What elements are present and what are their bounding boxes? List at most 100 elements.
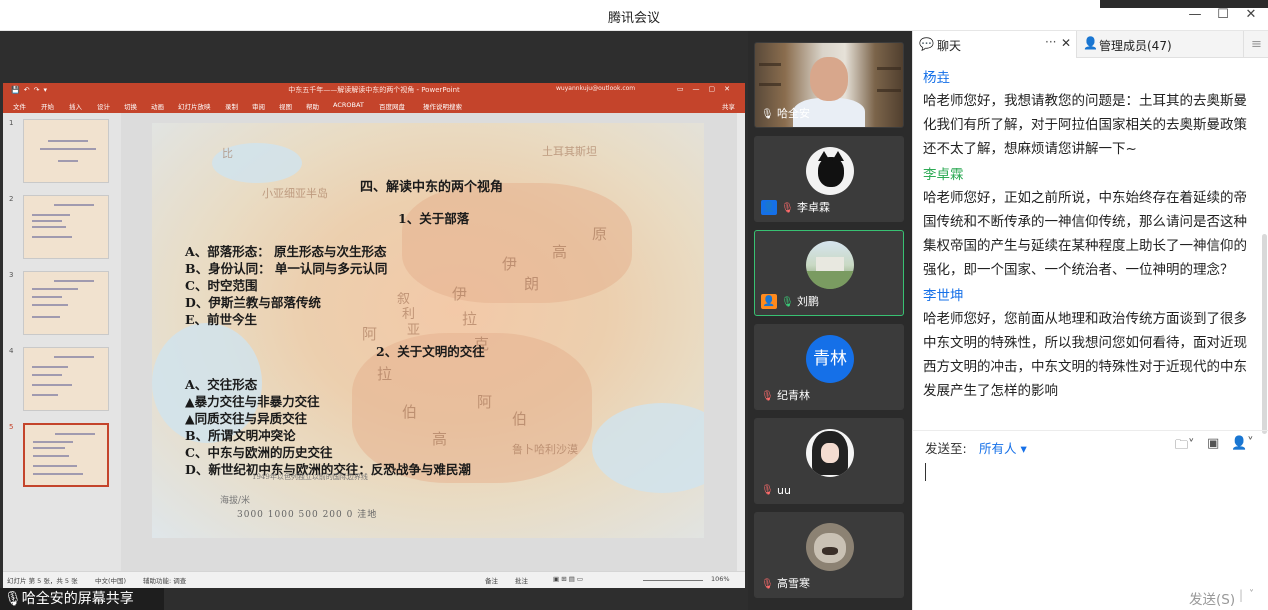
participant-name: 纪青林	[777, 389, 810, 402]
ribbon-tab-baidu[interactable]: 百度网盘	[379, 101, 405, 111]
map-label: 鲁卜哈利沙漠	[512, 443, 578, 456]
thumb-number: 4	[9, 347, 14, 355]
map-legend: 3000 1000 500 200 0 洼地	[237, 510, 378, 520]
file-icon[interactable]: 🗀˅	[1175, 436, 1195, 458]
map-label: 拉	[377, 365, 393, 383]
ribbon-tab-slideshow[interactable]: 幻灯片放映	[178, 101, 211, 111]
message-text: 哈老师您好，您前面从地理和政治传统方面谈到了很多中东文明的特殊性，所以我想问您如…	[923, 311, 1247, 399]
thumb-number: 2	[9, 195, 14, 203]
window-title: 腾讯会议	[607, 11, 660, 26]
map-sea	[592, 403, 704, 493]
view-buttons[interactable]: ▣ ⊞ ▤ ▭	[553, 575, 583, 583]
map-label: 伯	[512, 410, 528, 428]
participant-tile[interactable]: 🎙 uu	[754, 418, 904, 504]
ribbon-tab-insert[interactable]: 插入	[69, 101, 82, 111]
slide-thumbnail-2[interactable]	[23, 195, 109, 259]
chevron-down-icon[interactable]: ˅	[1249, 589, 1254, 600]
tab-chat[interactable]: 💬 聊天 ··· ✕	[913, 31, 1077, 58]
status-language: 中文(中国)	[95, 577, 127, 585]
slide-heading: 四、解读中东的两个视角	[360, 180, 504, 195]
send-separator: |	[1239, 588, 1244, 602]
slide-subheading-2: 2、关于文明的交往	[376, 344, 485, 359]
ribbon-share[interactable]: 共享	[722, 101, 735, 111]
screen-share-label: 🎙哈全安的屏幕共享	[0, 588, 164, 610]
tab-members-label: 管理成员(47)	[1099, 39, 1172, 53]
participant-tile[interactable]: 青林 🎙 纪青林	[754, 324, 904, 410]
thumb-number: 3	[9, 271, 14, 279]
participant-name: 李卓霖	[797, 201, 830, 214]
status-zoom[interactable]: 106%	[711, 575, 730, 583]
participant-tile[interactable]: 👤 🎙 刘鹏	[754, 230, 904, 316]
maximize-icon[interactable]: ☐	[1212, 5, 1234, 25]
user-badge-icon: 👤	[761, 294, 777, 309]
close-chat-icon[interactable]: ✕	[1061, 36, 1071, 50]
slide-thumbnail-4[interactable]	[23, 347, 109, 411]
ribbon-search[interactable]: 操作说明搜索	[423, 101, 462, 111]
map-label: 阿	[477, 393, 493, 411]
zoom-slider[interactable]	[643, 580, 703, 581]
slide-thumbnail-5[interactable]	[23, 423, 109, 487]
animal-avatar	[806, 523, 854, 571]
share-owner-text: 哈全安的屏幕共享	[21, 591, 134, 607]
minimize-icon[interactable]: —	[1184, 5, 1206, 25]
participant-tile[interactable]: 🎙 高雪寒	[754, 512, 904, 598]
map-label: 阿	[362, 325, 378, 343]
user-badge-icon: 👤	[761, 200, 777, 215]
ppt-status-bar: 幻灯片 第 5 张，共 5 张 中文(中国) 辅助功能: 调查 备注 批注 ▣ …	[3, 571, 745, 588]
ribbon-tab-record[interactable]: 录制	[225, 101, 238, 111]
chat-panel: 💬 聊天 ··· ✕ 👤 管理成员(47) ≡ 杨垚 哈老师您好，我想请教您的问…	[912, 31, 1268, 610]
chat-input-cursor[interactable]	[925, 463, 926, 481]
slide-thumbnail-3[interactable]	[23, 271, 109, 335]
ribbon-tab-view[interactable]: 视图	[279, 101, 292, 111]
participant-name: 刘鹏	[797, 295, 819, 308]
ribbon-tab-transitions[interactable]: 切换	[124, 101, 137, 111]
map-label: 比	[222, 147, 233, 160]
tab-members[interactable]: 👤 管理成员(47)	[1077, 31, 1243, 58]
ppt-window-controls[interactable]: ▭—▢✕	[677, 85, 739, 93]
status-slide-count: 幻灯片 第 5 张，共 5 张	[7, 577, 78, 585]
ribbon-tab-file[interactable]: 文件	[13, 101, 26, 111]
slide-thumbnail-1[interactable]	[23, 119, 109, 183]
close-icon[interactable]: ✕	[1240, 5, 1262, 25]
cat-avatar	[806, 147, 854, 195]
ribbon-tab-acrobat[interactable]: ACROBAT	[333, 101, 364, 109]
mic-off-icon: 🎙	[761, 579, 774, 590]
ribbon-tab-animations[interactable]: 动画	[151, 101, 164, 111]
person-icon[interactable]: 👤˅	[1231, 436, 1254, 451]
menu-icon[interactable]: ≡	[1243, 31, 1268, 58]
map-label: 拉	[462, 310, 478, 328]
map-legend-note: 1949年以色列独立以前的国际边界线	[252, 473, 368, 481]
more-icon[interactable]: ···	[1045, 35, 1056, 49]
chat-icon: 💬	[919, 37, 934, 51]
status-accessibility[interactable]: 辅助功能: 调查	[143, 575, 186, 585]
slide-editor: 比 土耳其斯坦 小亚细亚半岛 伊 朗 高 原 阿 拉 伯 伊 拉 克 叙 利 亚	[121, 113, 745, 571]
screenshot-icon[interactable]: ▣	[1207, 436, 1219, 451]
anime-avatar	[806, 429, 854, 477]
send-to-select[interactable]: 所有人 ▾	[979, 438, 1027, 457]
participant-tile[interactable]: 👤 🎙 李卓霖	[754, 136, 904, 222]
participant-list: 🎙 哈全安 👤 🎙 李卓霖 👤 🎙 刘鹏 青林 🎙 纪青林 🎙 uu 🎙 高雪寒	[748, 31, 912, 610]
tab-chat-label: 聊天	[937, 39, 962, 53]
mic-off-icon: 🎙	[761, 391, 774, 402]
send-button[interactable]: 发送(S)	[1189, 588, 1235, 608]
map-label: 高	[552, 243, 568, 261]
ribbon-tab-home[interactable]: 开始	[41, 101, 54, 111]
chat-scrollbar[interactable]	[1262, 234, 1267, 434]
message-text: 哈老师您好，我想请教您的问题是：土耳其的去奥斯曼化我们有所了解，对于阿拉伯国家相…	[923, 93, 1247, 157]
current-slide[interactable]: 比 土耳其斯坦 小亚细亚半岛 伊 朗 高 原 阿 拉 伯 伊 拉 克 叙 利 亚	[152, 123, 704, 538]
chat-messages: 杨垚 哈老师您好，我想请教您的问题是：土耳其的去奥斯曼化我们有所了解，对于阿拉伯…	[913, 58, 1268, 436]
map-legend-title: 海拔/米	[220, 496, 251, 506]
ribbon-tab-design[interactable]: 设计	[97, 101, 110, 111]
participant-name: 高雪寒	[777, 577, 810, 590]
message-sender: 李世坤	[923, 288, 964, 304]
editor-scrollbar[interactable]	[737, 113, 745, 571]
thumb-number: 1	[9, 119, 14, 127]
status-comments[interactable]: 批注	[515, 575, 528, 585]
ribbon-tab-review[interactable]: 审阅	[252, 101, 265, 111]
map-label: 伯	[402, 403, 418, 421]
status-notes[interactable]: 备注	[485, 575, 498, 585]
participant-tile[interactable]: 🎙 哈全安	[754, 42, 904, 128]
map-label: 朗	[524, 275, 540, 293]
ribbon-tab-help[interactable]: 帮助	[306, 101, 319, 111]
message-sender: 杨垚	[923, 70, 950, 86]
